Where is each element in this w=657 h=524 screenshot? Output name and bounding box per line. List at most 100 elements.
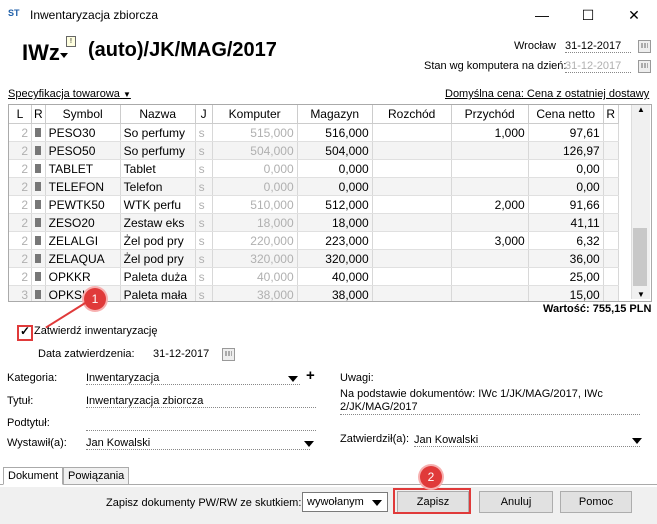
cell-name[interactable]: WTK perfu xyxy=(120,195,196,214)
cell-prz[interactable] xyxy=(451,177,529,196)
cell-cena[interactable]: 0,00 xyxy=(528,159,604,178)
table-row[interactable]: 2 PEWTK50 WTK perfu s 510,000 512,000 2,000 91,… xyxy=(9,195,619,214)
col-header[interactable]: R xyxy=(603,105,619,124)
cell-empty[interactable] xyxy=(603,141,619,160)
cell-name[interactable]: Paleta duża xyxy=(120,267,196,286)
cell-cena[interactable]: 41,11 xyxy=(528,213,604,232)
flag-icon[interactable]: ! xyxy=(66,36,76,47)
approve-label[interactable]: Zatwierdź inwentaryzację xyxy=(34,325,158,337)
cell-name[interactable]: Żel pod pry xyxy=(120,249,196,268)
col-header[interactable]: Komputer xyxy=(212,105,298,124)
cell-empty[interactable] xyxy=(603,267,619,286)
cell-l[interactable]: 2 xyxy=(9,249,32,268)
row-marker-icon[interactable] xyxy=(31,195,46,214)
cell-mag[interactable]: 512,000 xyxy=(297,195,373,214)
cell-roz[interactable] xyxy=(372,231,452,250)
cell-j[interactable]: s xyxy=(195,195,213,214)
table-row[interactable]: 2 TELEFON Telefon s 0,000 0,000 0,00 xyxy=(9,177,619,196)
cell-mag[interactable]: 38,000 xyxy=(297,285,373,301)
cell-j[interactable]: s xyxy=(195,231,213,250)
cell-prz[interactable] xyxy=(451,213,529,232)
cell-sym[interactable]: OPKSK xyxy=(45,285,121,301)
calendar-icon[interactable] xyxy=(638,40,651,53)
calendar-icon[interactable] xyxy=(638,60,651,73)
cell-cena[interactable]: 97,61 xyxy=(528,123,604,142)
cell-mag[interactable]: 320,000 xyxy=(297,249,373,268)
cell-cena[interactable]: 126,97 xyxy=(528,141,604,160)
cell-empty[interactable] xyxy=(603,123,619,142)
cell-l[interactable]: 2 xyxy=(9,123,32,142)
add-category-icon[interactable]: + xyxy=(306,367,315,384)
cell-empty[interactable] xyxy=(603,231,619,250)
cell-komp[interactable]: 38,000 xyxy=(212,285,298,301)
date-field[interactable]: 31-12-2017 xyxy=(565,40,631,53)
help-button[interactable]: Pomoc xyxy=(560,491,632,513)
cell-sym[interactable]: ZELAQUA xyxy=(45,249,121,268)
cell-sym[interactable]: ZELALGI xyxy=(45,231,121,250)
cell-roz[interactable] xyxy=(372,267,452,286)
default-price-link[interactable]: Domyślna cena: Cena z ostatniej dostawy xyxy=(445,88,649,100)
cell-mag[interactable]: 504,000 xyxy=(297,141,373,160)
cell-mag[interactable]: 0,000 xyxy=(297,159,373,178)
cell-j[interactable]: s xyxy=(195,141,213,160)
table-row[interactable]: 2 ZELAQUA Żel pod pry s 320,000 320,000 36,00 xyxy=(9,249,619,268)
cell-mag[interactable]: 0,000 xyxy=(297,177,373,196)
cell-komp[interactable]: 510,000 xyxy=(212,195,298,214)
cell-l[interactable]: 2 xyxy=(9,159,32,178)
cell-prz[interactable] xyxy=(451,159,529,178)
cell-prz[interactable]: 1,000 xyxy=(451,123,529,142)
mode-select[interactable]: wywołanym xyxy=(302,492,388,512)
cell-l[interactable]: 2 xyxy=(9,213,32,232)
spec-menu[interactable]: Specyfikacja towarowa ▼ xyxy=(8,88,131,100)
cell-l[interactable]: 2 xyxy=(9,267,32,286)
cell-l[interactable]: 3 xyxy=(9,285,32,301)
cell-mag[interactable]: 40,000 xyxy=(297,267,373,286)
cell-mag[interactable]: 18,000 xyxy=(297,213,373,232)
cell-komp[interactable]: 515,000 xyxy=(212,123,298,142)
col-header[interactable]: R xyxy=(31,105,46,124)
cell-cena[interactable]: 0,00 xyxy=(528,177,604,196)
cell-komp[interactable]: 40,000 xyxy=(212,267,298,286)
cell-mag[interactable]: 223,000 xyxy=(297,231,373,250)
table-row[interactable]: 2 PESO50 So perfumy s 504,000 504,000 126,97 xyxy=(9,141,619,160)
cell-prz[interactable] xyxy=(451,285,529,301)
cell-name[interactable]: Paleta mała xyxy=(120,285,196,301)
approve-date-field[interactable]: 31-12-2017 xyxy=(153,348,209,360)
cell-l[interactable]: 2 xyxy=(9,177,32,196)
category-select[interactable]: Inwentaryzacja xyxy=(86,372,300,385)
table-row[interactable]: 2 TABLET Tablet s 0,000 0,000 0,00 xyxy=(9,159,619,178)
cell-cena[interactable]: 91,66 xyxy=(528,195,604,214)
cell-l[interactable]: 2 xyxy=(9,195,32,214)
cell-prz[interactable] xyxy=(451,249,529,268)
cell-komp[interactable]: 320,000 xyxy=(212,249,298,268)
cell-komp[interactable]: 504,000 xyxy=(212,141,298,160)
cell-empty[interactable] xyxy=(603,213,619,232)
cell-komp[interactable]: 0,000 xyxy=(212,177,298,196)
cell-j[interactable]: s xyxy=(195,267,213,286)
cell-komp[interactable]: 0,000 xyxy=(212,159,298,178)
row-marker-icon[interactable] xyxy=(31,267,46,286)
cell-sym[interactable]: PEWTK50 xyxy=(45,195,121,214)
row-marker-icon[interactable] xyxy=(31,249,46,268)
cell-sym[interactable]: ZESO20 xyxy=(45,213,121,232)
minimize-button[interactable]: — xyxy=(519,0,565,30)
row-marker-icon[interactable] xyxy=(31,177,46,196)
table-row[interactable]: 2 ZELALGI Żel pod pry s 220,000 223,000 3,000 6… xyxy=(9,231,619,250)
cell-roz[interactable] xyxy=(372,177,452,196)
cell-name[interactable]: Tablet xyxy=(120,159,196,178)
col-header[interactable]: Nazwa xyxy=(120,105,196,124)
cell-empty[interactable] xyxy=(603,195,619,214)
cell-sym[interactable]: TABLET xyxy=(45,159,121,178)
cell-mag[interactable]: 516,000 xyxy=(297,123,373,142)
cell-prz[interactable] xyxy=(451,141,529,160)
chevron-down-icon[interactable] xyxy=(288,376,298,382)
cell-empty[interactable] xyxy=(603,285,619,301)
cell-j[interactable]: s xyxy=(195,285,213,301)
col-header[interactable]: Cena netto xyxy=(528,105,604,124)
subtitle-field[interactable] xyxy=(86,417,316,431)
notes-field[interactable]: Na podstawie dokumentów: IWc 1/JK/MAG/20… xyxy=(340,388,640,415)
cell-name[interactable]: So perfumy xyxy=(120,123,196,142)
cell-l[interactable]: 2 xyxy=(9,141,32,160)
calendar-icon[interactable] xyxy=(222,348,235,361)
cell-cena[interactable]: 6,32 xyxy=(528,231,604,250)
